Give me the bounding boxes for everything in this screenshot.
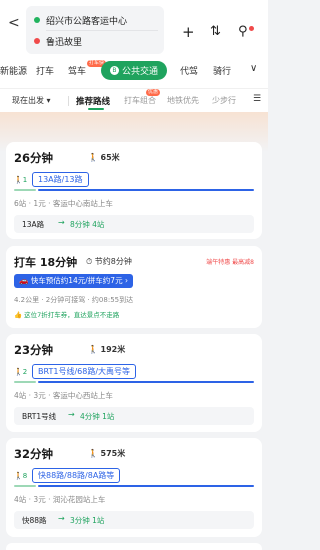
voice-icon[interactable]: ⚲ xyxy=(238,24,248,40)
bus-line-tag: 快88路/88路/8A路等 xyxy=(32,468,121,483)
walk-segment-icon: 🚶8 xyxy=(14,472,28,480)
route-card[interactable]: 23分钟 🚶 192米 🚶2 BRT1号线/68路/大禹号等 4站 · 3元 ·… xyxy=(6,334,262,432)
taxi-tip: 👍 这位7折打车券，直达景点不走路 xyxy=(14,311,120,319)
walk-segment-icon: 🚶1 xyxy=(14,176,28,184)
walk-distance: 🚶 192米 xyxy=(88,345,126,354)
walk-distance-value: 65米 xyxy=(100,153,120,162)
bus-icon: B xyxy=(109,66,119,75)
filter-bar: 现在出发 ▾ 推荐路线 打车组合 优惠 地铁优先 少步行 ☰ xyxy=(0,88,268,110)
bus-line-tag: 13A路/13路 xyxy=(32,172,89,187)
tab-drive[interactable]: 驾车 xyxy=(68,64,86,77)
bus-line-tag: BRT1号线/68路/大禹号等 xyxy=(32,364,137,379)
arrow-icon: → xyxy=(58,514,65,523)
next-bus-eta: 4分钟 1站 xyxy=(80,412,115,421)
next-bus-row[interactable]: 快88路 → 3分钟 1站 xyxy=(14,511,254,529)
taxi-promo: 端午特惠 最高减8 xyxy=(206,259,254,266)
route-track xyxy=(14,189,254,191)
filter-less-walk[interactable]: 少步行 xyxy=(212,95,236,106)
route-track xyxy=(14,381,254,383)
destination-dot-icon xyxy=(34,38,40,44)
route-card-partial xyxy=(6,543,262,550)
origin-text: 绍兴市公路客运中心 xyxy=(46,16,128,27)
route-duration: 32分钟 xyxy=(14,447,54,461)
active-filter-indicator xyxy=(88,108,104,110)
voice-badge xyxy=(249,26,254,31)
filter-divider xyxy=(68,96,69,106)
walk-distance: 🚶 575米 xyxy=(88,449,126,458)
next-bus-eta: 8分钟 4站 xyxy=(70,220,105,229)
walk-distance: 🚶 65米 xyxy=(88,153,120,162)
route-meta: 6站 · 1元 · 客运中心南站上车 xyxy=(14,199,113,208)
destination-text: 鲁迅故里 xyxy=(46,37,83,48)
route-meta: 4站 · 3元 · 客运中心西站上车 xyxy=(14,391,113,400)
walk-segment-icon: 🚶2 xyxy=(14,368,28,376)
add-waypoint-icon[interactable]: + xyxy=(182,24,195,40)
origin-field[interactable]: 绍兴市公路客运中心 xyxy=(34,10,127,30)
menu-icon[interactable]: ☰ xyxy=(253,94,261,104)
track-ride xyxy=(38,189,254,191)
walk-distance-value: 575米 xyxy=(100,449,126,458)
arrow-icon: → xyxy=(68,410,75,419)
track-walk xyxy=(14,381,36,383)
more-modes-icon[interactable]: ∨ xyxy=(250,63,257,74)
route-duration: 26分钟 xyxy=(14,151,54,165)
walk-distance-value: 192米 xyxy=(100,345,126,354)
route-card[interactable]: 32分钟 🚶 575米 🚶8 快88路/88路/8A路等 4站 · 3元 · 润… xyxy=(6,438,262,537)
taxi-time-saved: ⏱ 节约8分钟 xyxy=(86,257,132,266)
next-bus-row[interactable]: BRT1号线 → 4分钟 1站 xyxy=(14,407,254,425)
depart-time-select[interactable]: 现在出发 ▾ xyxy=(12,95,51,106)
tab-public-transit-label: 公共交通 xyxy=(121,67,158,77)
track-walk xyxy=(14,485,36,487)
arrow-icon: → xyxy=(58,218,65,227)
next-bus-line: 快88路 xyxy=(22,516,47,525)
taxi-price-button[interactable]: 🚗 快车预估约14元/拼车约7元 › xyxy=(14,274,133,288)
taxi-duration: 打车 18分钟 xyxy=(14,256,78,269)
top-header: < 绍兴市公路客运中心 鲁迅故里 + ⇅ ⚲ 新能源 打车 驾车 打车快 B 公… xyxy=(0,0,268,112)
taxi-combo-badge: 优惠 xyxy=(146,89,161,96)
route-track xyxy=(14,485,254,487)
track-ride xyxy=(38,485,254,487)
route-card[interactable]: 26分钟 🚶 65米 🚶1 13A路/13路 6站 · 1元 · 客运中心南站上… xyxy=(6,142,262,239)
taxi-meta: 4.2公里 · 2分钟可接驾 · 约08:55到达 xyxy=(14,296,134,304)
next-bus-eta: 3分钟 1站 xyxy=(70,516,105,525)
mode-tabs: 新能源 打车 驾车 打车快 B 公共交通 代驾 骑行 ∨ xyxy=(0,60,268,82)
route-input-box[interactable]: 绍兴市公路客运中心 鲁迅故里 xyxy=(26,6,164,54)
tab-bike[interactable]: 骑行 xyxy=(213,64,231,77)
tab-new-energy[interactable]: 新能源 xyxy=(0,64,27,77)
track-ride xyxy=(38,381,254,383)
next-bus-line: BRT1号线 xyxy=(22,412,57,421)
filter-taxi-combo[interactable]: 打车组合 xyxy=(124,95,156,106)
next-bus-row[interactable]: 13A路 → 8分钟 4站 xyxy=(14,215,254,233)
filter-recommended[interactable]: 推荐路线 xyxy=(76,95,110,107)
swap-route-icon[interactable]: ⇅ xyxy=(210,24,221,40)
next-bus-line: 13A路 xyxy=(22,220,45,229)
destination-field[interactable]: 鲁迅故里 xyxy=(34,31,82,51)
track-walk xyxy=(14,189,36,191)
taxi-card[interactable]: 打车 18分钟 ⏱ 节约8分钟 端午特惠 最高减8 🚗 快车预估约14元/拼车约… xyxy=(6,246,262,328)
back-icon[interactable]: < xyxy=(8,14,20,32)
route-duration: 23分钟 xyxy=(14,343,54,357)
route-meta: 4站 · 3元 · 润沁花园站上车 xyxy=(14,495,106,504)
filter-subway-first[interactable]: 地铁优先 xyxy=(167,95,199,106)
tab-chauffeur[interactable]: 代驾 xyxy=(180,64,198,77)
tab-public-transit[interactable]: B 公共交通 xyxy=(101,61,167,80)
tab-taxi[interactable]: 打车 xyxy=(36,64,54,77)
origin-dot-icon xyxy=(34,17,40,23)
